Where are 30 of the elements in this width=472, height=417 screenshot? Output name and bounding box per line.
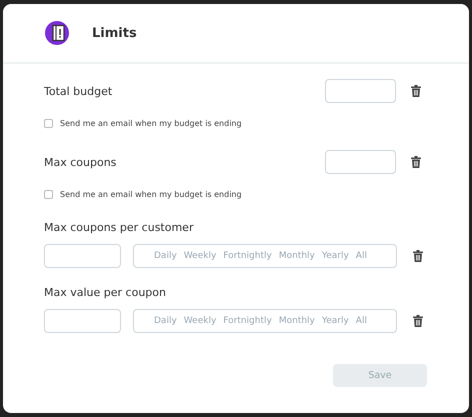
field-label: Total budget	[44, 84, 112, 98]
period-option[interactable]: Daily	[154, 251, 177, 261]
field-label: Max value per coupon	[44, 286, 167, 299]
period-option[interactable]: Yearly	[322, 251, 349, 261]
period-option[interactable]: Weekly	[184, 251, 216, 261]
dialog-title: Limits	[92, 26, 137, 40]
alert-icon	[45, 21, 69, 45]
checkbox[interactable]	[44, 190, 53, 199]
period-option[interactable]: Fortnightly	[223, 251, 272, 261]
input-field[interactable]	[44, 309, 121, 333]
period-option[interactable]: All	[356, 316, 367, 326]
trash-icon[interactable]	[413, 315, 423, 327]
checkbox-label: Send me an email when my budget is ending	[60, 119, 242, 128]
period-option[interactable]: Monthly	[278, 251, 315, 261]
period-option[interactable]: Daily	[154, 316, 177, 326]
checkbox-label: Send me an email when my budget is ending	[60, 190, 242, 199]
trash-icon[interactable]	[411, 85, 421, 97]
input-field[interactable]	[325, 79, 396, 103]
input-field[interactable]	[44, 244, 121, 268]
checkbox[interactable]	[44, 119, 53, 128]
field-label: Max coupons	[44, 156, 116, 168]
input-field[interactable]	[325, 150, 396, 174]
period-option[interactable]: Fortnightly	[223, 316, 272, 326]
period-option[interactable]: All	[356, 251, 367, 261]
period-option[interactable]: Weekly	[184, 316, 216, 326]
trash-icon[interactable]	[411, 156, 421, 168]
field-label: Max coupons per customer	[44, 221, 194, 234]
period-option[interactable]: Yearly	[322, 316, 349, 326]
period-option[interactable]: Monthly	[278, 316, 315, 326]
trash-icon[interactable]	[413, 250, 423, 262]
